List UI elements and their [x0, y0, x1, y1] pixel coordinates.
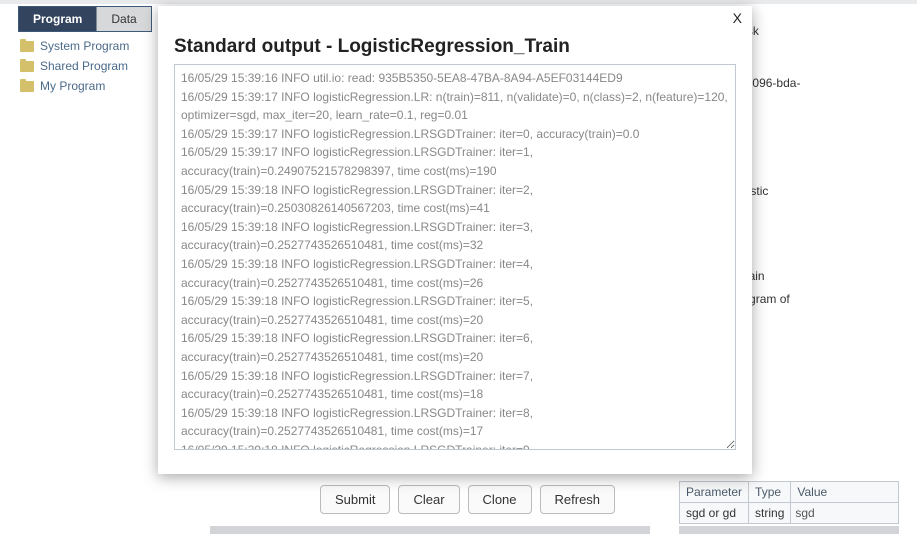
tab-program[interactable]: Program: [19, 7, 97, 31]
close-button[interactable]: X: [733, 10, 742, 26]
footer-strip: [679, 526, 899, 534]
table-header-row: Parameter Type Value: [680, 482, 899, 503]
log-line: 16/05/29 15:39:18 INFO logisticRegressio…: [181, 292, 729, 329]
param-value-input[interactable]: [795, 506, 894, 520]
folder-icon: [20, 61, 34, 72]
cell-type: string: [749, 503, 791, 524]
log-line: 16/05/29 15:39:18 INFO logisticRegressio…: [181, 441, 729, 450]
modal-title: Standard output - LogisticRegression_Tra…: [174, 36, 736, 58]
table-row: sgd or gd string: [680, 503, 899, 524]
tab-data[interactable]: Data: [97, 7, 150, 31]
sidebar-item-system-program[interactable]: System Program: [18, 36, 158, 56]
log-line: 16/05/29 15:39:18 INFO logisticRegressio…: [181, 367, 729, 404]
sidebar-item-label: Shared Program: [40, 59, 128, 73]
log-line: 16/05/29 15:39:18 INFO logisticRegressio…: [181, 255, 729, 292]
log-line: 16/05/29 15:39:17 INFO logisticRegressio…: [181, 143, 729, 180]
action-buttons: Submit Clear Clone Refresh: [320, 485, 615, 514]
sidebar-item-my-program[interactable]: My Program: [18, 76, 158, 96]
folder-icon: [20, 81, 34, 92]
log-textarea[interactable]: 16/05/29 15:39:16 INFO util.io: read: 93…: [174, 64, 736, 450]
top-strip: [0, 0, 917, 4]
sidebar: System Program Shared Program My Program: [18, 36, 158, 96]
log-line: 16/05/29 15:39:17 INFO logisticRegressio…: [181, 125, 729, 144]
clear-button[interactable]: Clear: [398, 485, 459, 514]
log-line: 16/05/29 15:39:18 INFO logisticRegressio…: [181, 329, 729, 366]
header-parameter: Parameter: [680, 482, 749, 503]
header-type: Type: [749, 482, 791, 503]
clone-button[interactable]: Clone: [468, 485, 532, 514]
refresh-button[interactable]: Refresh: [540, 485, 616, 514]
sidebar-item-label: System Program: [40, 39, 129, 53]
submit-button[interactable]: Submit: [320, 485, 390, 514]
folder-icon: [20, 41, 34, 52]
sidebar-item-shared-program[interactable]: Shared Program: [18, 56, 158, 76]
log-line: 16/05/29 15:39:18 INFO logisticRegressio…: [181, 181, 729, 218]
log-line: 16/05/29 15:39:18 INFO logisticRegressio…: [181, 218, 729, 255]
sidebar-item-label: My Program: [40, 79, 105, 93]
cell-value: [791, 503, 899, 524]
main-tabs: Program Data: [18, 6, 152, 32]
parameter-table: Parameter Type Value sgd or gd string: [679, 481, 899, 524]
header-value: Value: [791, 482, 899, 503]
log-line: 16/05/29 15:39:16 INFO util.io: read: 93…: [181, 69, 729, 88]
stdout-modal: X Standard output - LogisticRegression_T…: [158, 6, 752, 474]
footer-strip: [210, 526, 650, 534]
log-line: 16/05/29 15:39:17 INFO logisticRegressio…: [181, 88, 729, 125]
log-line: 16/05/29 15:39:18 INFO logisticRegressio…: [181, 404, 729, 441]
cell-parameter: sgd or gd: [680, 503, 749, 524]
